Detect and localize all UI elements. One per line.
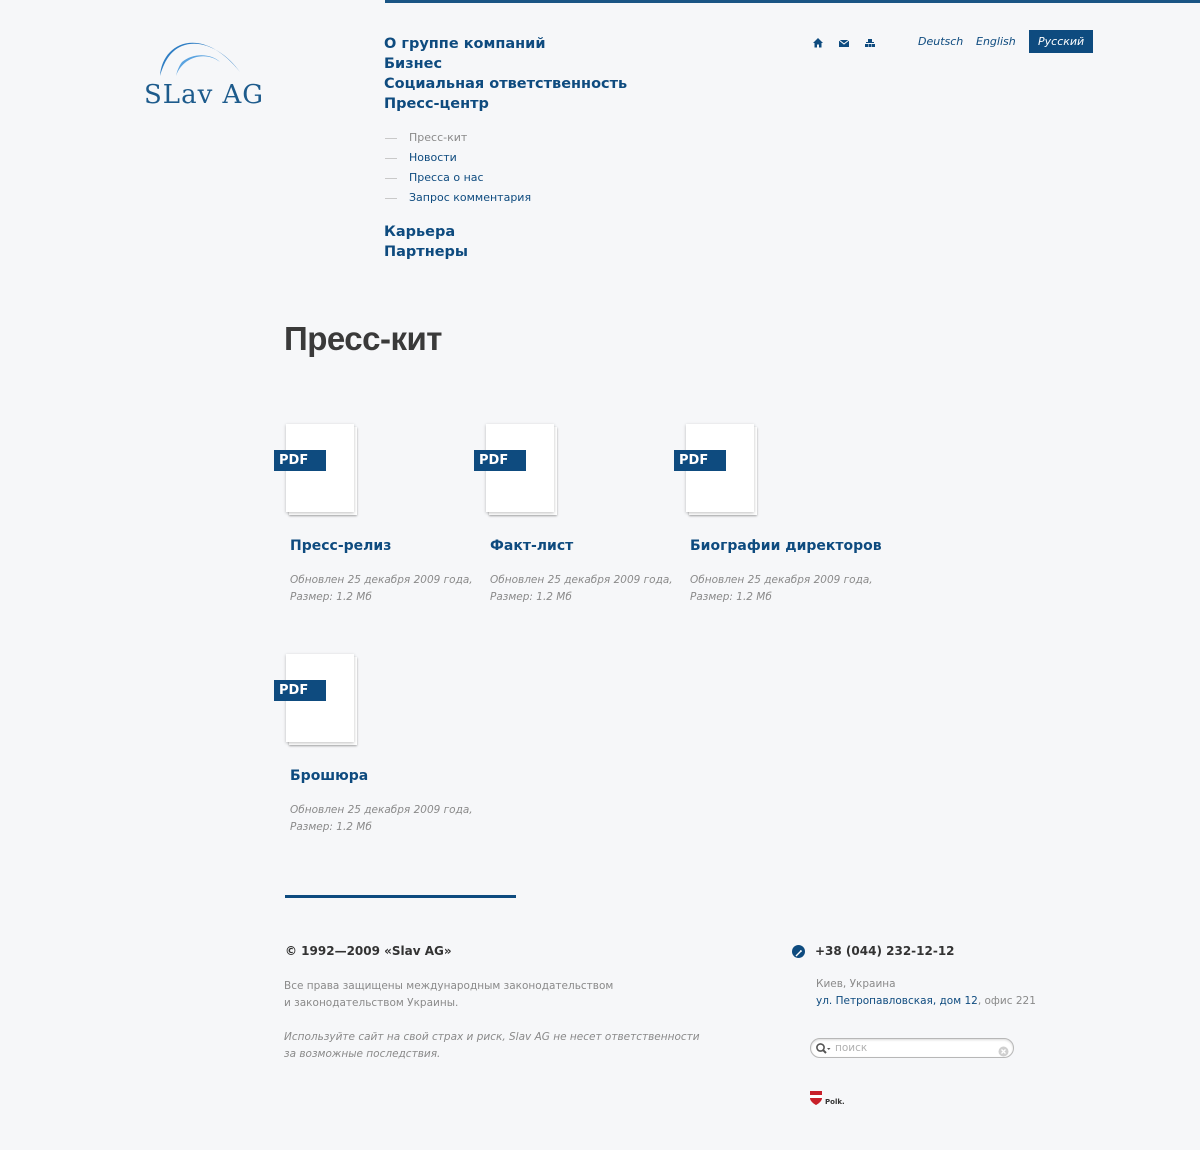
rights-line: Все права защищены международным законод… bbox=[284, 980, 614, 992]
subnav-dash bbox=[385, 198, 397, 199]
main-nav: О группе компаний Бизнес Социальная отве… bbox=[384, 34, 704, 262]
search-input[interactable] bbox=[835, 1040, 985, 1055]
rights-line: и законодательством Украины. bbox=[284, 997, 459, 1009]
disclaimer: Используйте сайт на свой страх и риск, S… bbox=[284, 1029, 704, 1063]
mail-icon[interactable] bbox=[838, 34, 850, 47]
subnav-dash bbox=[385, 158, 397, 159]
lang-english[interactable]: English bbox=[976, 30, 1016, 53]
city: Киев, Украина bbox=[816, 978, 896, 990]
disclaimer-line: за возможные последствия. bbox=[284, 1048, 441, 1060]
press-subnav: Пресс-кит Новости Пресса о нас Запрос ко… bbox=[384, 128, 704, 208]
copyright: © 1992—2009 «Slav AG» bbox=[285, 944, 452, 958]
top-accent-line bbox=[385, 0, 1200, 3]
home-icon[interactable] bbox=[812, 34, 824, 48]
subnav-dash bbox=[385, 178, 397, 179]
doc-title-link[interactable]: Брошюра bbox=[290, 768, 368, 784]
page-title: Пресс-кит bbox=[284, 320, 442, 357]
pdf-badge: PDF bbox=[474, 450, 526, 471]
lang-deutsch[interactable]: Deutsch bbox=[918, 30, 963, 53]
subnav-item-label: Запрос комментария bbox=[409, 191, 532, 204]
sitemap-icon[interactable] bbox=[864, 34, 876, 47]
nav-item-press-center[interactable]: Пресс-центр bbox=[384, 94, 704, 114]
subnav-item-label: Пресс-кит bbox=[409, 131, 468, 144]
doc-title-link[interactable]: Пресс-релиз bbox=[290, 538, 391, 554]
rights-notice: Все права защищены международным законод… bbox=[284, 978, 704, 1012]
disclaimer-line: Используйте сайт на свой страх и риск, S… bbox=[284, 1031, 700, 1043]
nav-item-partners[interactable]: Партнеры bbox=[384, 242, 704, 262]
search-icon[interactable] bbox=[815, 1041, 831, 1055]
subnav-item-label: Пресса о нас bbox=[409, 171, 484, 184]
doc-updated: Обновлен 25 декабря 2009 года, bbox=[290, 804, 473, 816]
address: ул. Петропавловская, дом 12, офис 221 bbox=[816, 995, 1036, 1007]
partner-logo[interactable]: Polk. bbox=[809, 1090, 849, 1108]
doc-size: Размер: 1.2 Мб bbox=[490, 591, 572, 603]
pdf-badge: PDF bbox=[274, 450, 326, 471]
doc-meta: Обновлен 25 декабря 2009 года, Размер: 1… bbox=[290, 802, 480, 836]
nav-item-career[interactable]: Карьера bbox=[384, 222, 704, 242]
address-street-link[interactable]: ул. Петропавловская, дом 12 bbox=[816, 995, 978, 1007]
subnav-item-label: Новости bbox=[409, 151, 457, 164]
slav-ag-logo[interactable]: SLav AG bbox=[142, 28, 265, 114]
doc-updated: Обновлен 25 декабря 2009 года, bbox=[290, 574, 473, 586]
subnav-item-press-about-us[interactable]: Пресса о нас bbox=[384, 168, 704, 188]
nav-item-business[interactable]: Бизнес bbox=[384, 54, 704, 74]
doc-title-link[interactable]: Факт-лист bbox=[490, 538, 573, 554]
clear-search-icon[interactable] bbox=[998, 1042, 1009, 1057]
doc-meta: Обновлен 25 декабря 2009 года, Размер: 1… bbox=[290, 572, 480, 606]
pdf-badge: PDF bbox=[274, 680, 326, 701]
lang-russian[interactable]: Русский bbox=[1029, 30, 1094, 53]
subnav-item-comment-request[interactable]: Запрос комментария bbox=[384, 188, 704, 208]
doc-meta: Обновлен 25 декабря 2009 года, Размер: 1… bbox=[690, 572, 880, 606]
subnav-item-press-kit[interactable]: Пресс-кит bbox=[384, 128, 704, 148]
doc-size: Размер: 1.2 Мб bbox=[290, 821, 372, 833]
phone-number: +38 (044) 232-12-12 bbox=[815, 944, 955, 958]
subnav-dash bbox=[385, 138, 397, 139]
phone-icon bbox=[792, 945, 805, 958]
logo-arc-icon bbox=[160, 42, 240, 76]
doc-meta: Обновлен 25 декабря 2009 года, Размер: 1… bbox=[490, 572, 680, 606]
logo-text: SLav AG bbox=[144, 80, 265, 110]
pdf-badge: PDF bbox=[674, 450, 726, 471]
doc-size: Размер: 1.2 Мб bbox=[690, 591, 772, 603]
partner-shield-icon bbox=[810, 1091, 822, 1105]
subnav-item-news[interactable]: Новости bbox=[384, 148, 704, 168]
footer-divider bbox=[285, 895, 516, 898]
doc-size: Размер: 1.2 Мб bbox=[290, 591, 372, 603]
address-office: , офис 221 bbox=[977, 995, 1036, 1007]
nav-item-social[interactable]: Социальная ответственность bbox=[384, 74, 704, 94]
doc-updated: Обновлен 25 декабря 2009 года, bbox=[490, 574, 673, 586]
search-box[interactable] bbox=[810, 1038, 1014, 1058]
doc-title-link[interactable]: Биографии директоров bbox=[690, 538, 882, 554]
partner-logo-text: Polk. bbox=[825, 1098, 845, 1106]
doc-updated: Обновлен 25 декабря 2009 года, bbox=[690, 574, 873, 586]
nav-item-about[interactable]: О группе компаний bbox=[384, 34, 704, 54]
